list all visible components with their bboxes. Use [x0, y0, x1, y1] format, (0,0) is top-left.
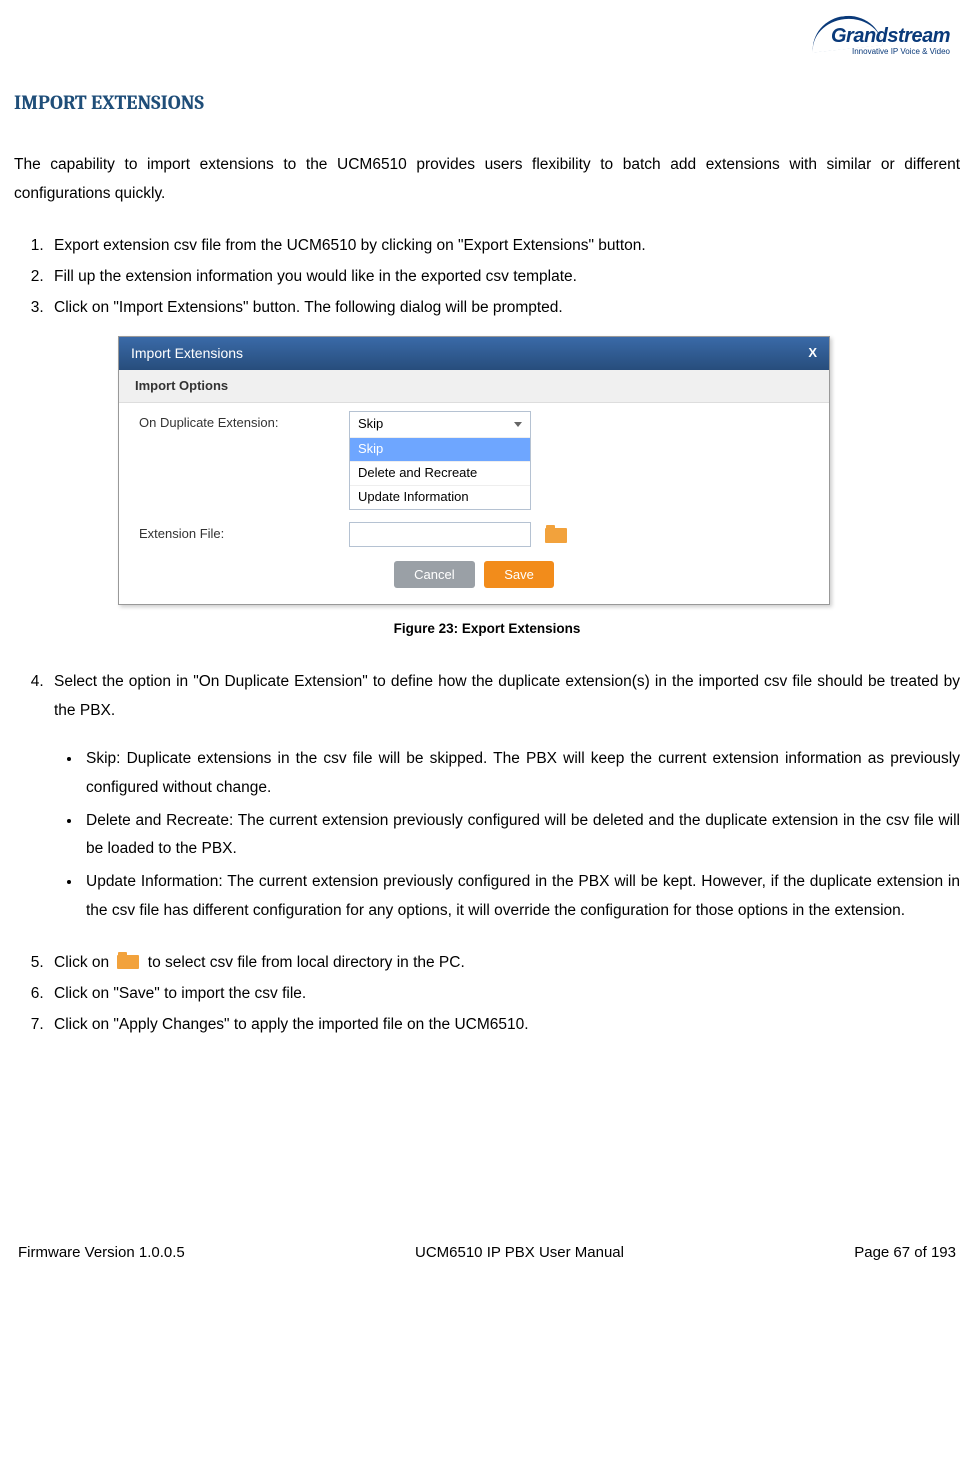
instruction-list: Export extension csv file from the UCM65… — [14, 232, 960, 322]
row-extension-file: Extension File: — [119, 514, 829, 547]
bullet-delete-recreate: Delete and Recreate: The current extensi… — [82, 807, 960, 864]
brand-logo: Grandstream Innovative IP Voice & Video — [831, 20, 950, 56]
figure-caption: Figure 23: Export Extensions — [14, 617, 960, 642]
dialog-button-row: Cancel Save — [119, 547, 829, 604]
import-extensions-dialog: Import Extensions X Import Options On Du… — [118, 336, 830, 605]
row-on-duplicate: On Duplicate Extension: Skip Skip Delete… — [119, 403, 829, 510]
step-4: Select the option in "On Duplicate Exten… — [48, 668, 960, 925]
label-extension-file: Extension File: — [139, 522, 349, 543]
step-5-post: to select csv file from local directory … — [148, 954, 465, 971]
step-5: Click on to select csv file from local d… — [48, 949, 960, 978]
page-footer: Firmware Version 1.0.0.5 UCM6510 IP PBX … — [14, 1239, 960, 1267]
close-icon[interactable]: X — [808, 345, 817, 362]
brand-tagline: Innovative IP Voice & Video — [831, 48, 950, 56]
step-3: Click on "Import Extensions" button. The… — [48, 294, 960, 323]
footer-firmware: Firmware Version 1.0.0.5 — [18, 1239, 185, 1267]
label-on-duplicate: On Duplicate Extension: — [139, 411, 349, 432]
select-value-text: Skip — [358, 416, 383, 433]
step-2: Fill up the extension information you wo… — [48, 263, 960, 292]
select-current-value[interactable]: Skip — [350, 412, 530, 437]
step-6: Click on "Save" to import the csv file. — [48, 980, 960, 1009]
step-5-pre: Click on — [54, 954, 109, 971]
footer-page-number: Page 67 of 193 — [854, 1239, 956, 1267]
dialog-title-text: Import Extensions — [131, 344, 243, 362]
intro-paragraph: The capability to import extensions to t… — [14, 151, 960, 208]
footer-manual-title: UCM6510 IP PBX User Manual — [415, 1239, 624, 1267]
folder-icon[interactable] — [545, 525, 567, 543]
select-option-skip[interactable]: Skip — [350, 437, 530, 461]
chevron-down-icon — [514, 422, 522, 427]
folder-icon — [117, 952, 139, 969]
save-button[interactable]: Save — [484, 561, 554, 588]
on-duplicate-select[interactable]: Skip Skip Delete and Recreate Update Inf… — [349, 411, 531, 510]
step-1: Export extension csv file from the UCM65… — [48, 232, 960, 261]
bullet-skip: Skip: Duplicate extensions in the csv fi… — [82, 745, 960, 802]
header-logo-area: Grandstream Innovative IP Voice & Video — [14, 20, 960, 72]
dialog-titlebar: Import Extensions X — [119, 337, 829, 369]
dialog-section-header: Import Options — [119, 370, 829, 404]
select-option-update-info[interactable]: Update Information — [350, 485, 530, 509]
extension-file-input[interactable] — [349, 522, 531, 547]
step-7: Click on "Apply Changes" to apply the im… — [48, 1011, 960, 1040]
instruction-list-continued: Select the option in "On Duplicate Exten… — [14, 668, 960, 1039]
option-bullets: Skip: Duplicate extensions in the csv fi… — [54, 745, 960, 925]
select-option-delete-recreate[interactable]: Delete and Recreate — [350, 461, 530, 485]
step-4-text: Select the option in "On Duplicate Exten… — [54, 673, 960, 719]
figure-container: Import Extensions X Import Options On Du… — [118, 336, 960, 605]
section-heading: IMPORT EXTENSIONS — [14, 84, 960, 121]
bullet-update-info: Update Information: The current extensio… — [82, 868, 960, 925]
cancel-button[interactable]: Cancel — [394, 561, 474, 588]
